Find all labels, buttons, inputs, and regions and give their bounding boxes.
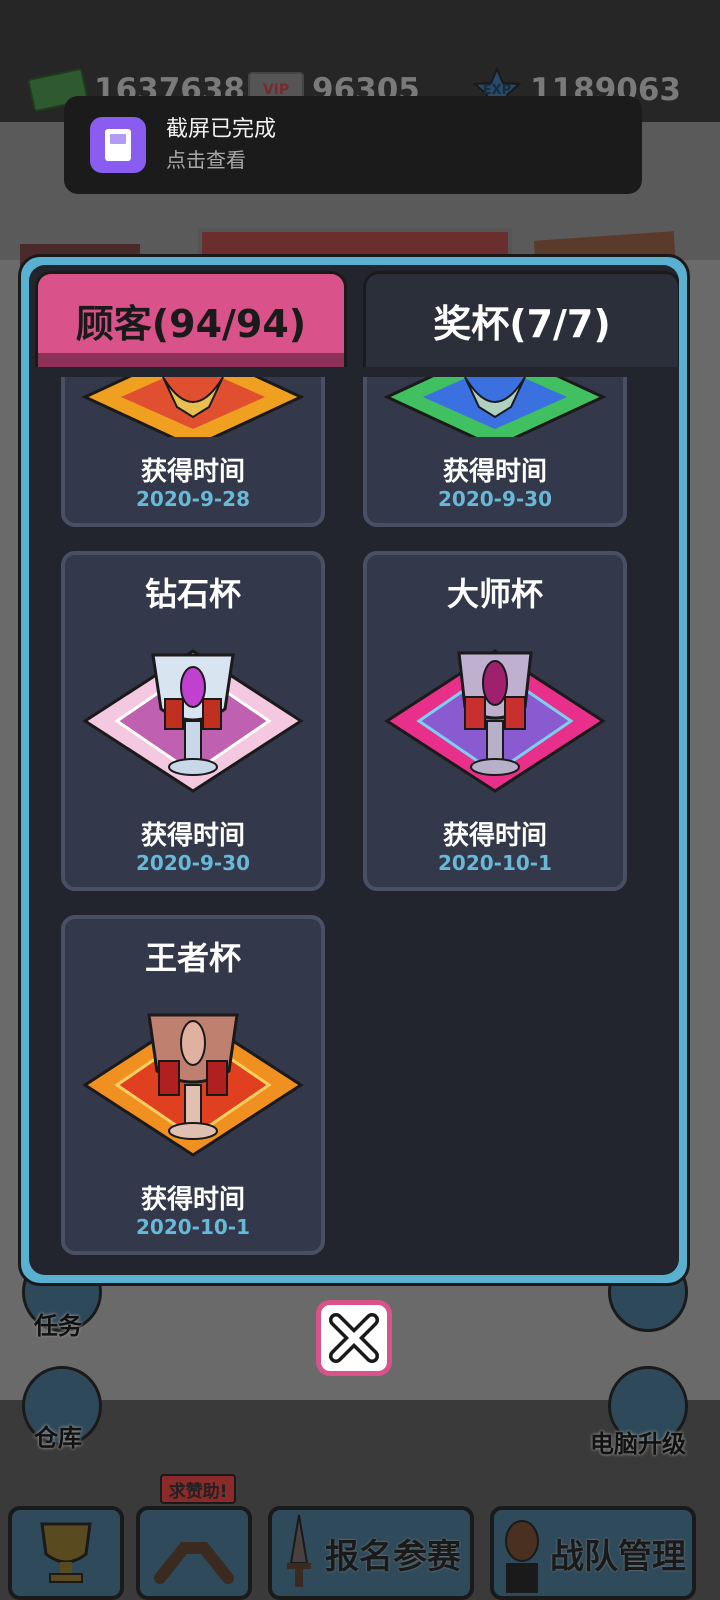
close-icon <box>329 1313 379 1363</box>
gold-cup-icon <box>81 377 305 437</box>
trophy-grid[interactable]: 获得时间 2020-9-28 获得时间 2020-9-30 钻石杯 获得时间 2… <box>29 377 679 1275</box>
trophy-name: 钻石杯 <box>144 575 241 613</box>
tab-trophies-label: 奖杯(7/7) <box>433 302 611 346</box>
obtained-date: 2020-10-1 <box>135 1215 250 1239</box>
trophy-card[interactable]: 获得时间 2020-9-30 <box>363 377 627 527</box>
collection-modal: 顾客(94/94) 奖杯(7/7) 获得时间 2020-9-28 获得时间 20… <box>18 254 690 1286</box>
screenshot-notification[interactable]: 截屏已完成 点击查看 <box>64 96 642 194</box>
obtained-time-label: 获得时间 <box>140 457 245 487</box>
gallery-icon <box>90 117 146 173</box>
obtained-time-label: 获得时间 <box>140 821 245 851</box>
obtained-time-label: 获得时间 <box>442 457 547 487</box>
obtained-time-label: 获得时间 <box>442 821 547 851</box>
warehouse-label: 仓库 <box>34 1424 82 1452</box>
trophy-name: 大师杯 <box>446 575 543 613</box>
rainbow-cup-icon <box>383 377 607 437</box>
trophy-icon <box>40 1522 92 1583</box>
team-management-label: 战队管理 <box>550 1536 686 1577</box>
sponsor-button[interactable] <box>136 1506 252 1600</box>
notification-subtitle: 点击查看 <box>166 148 246 172</box>
tab-customers-label: 顾客(94/94) <box>75 302 307 346</box>
trophy-card[interactable]: 大师杯 获得时间 2020-10-1 <box>363 551 627 891</box>
register-match-button[interactable]: 报名参赛 <box>268 1506 474 1600</box>
diamond-cup-icon <box>82 649 304 793</box>
tasks-label: 任务 <box>34 1312 82 1340</box>
player-avatar-icon <box>505 1520 539 1593</box>
handshake-icon <box>154 1542 234 1584</box>
sword-icon <box>287 1514 311 1587</box>
king-cup-icon <box>82 1013 304 1157</box>
master-cup-icon <box>384 649 606 793</box>
obtained-date: 2020-9-30 <box>135 851 250 875</box>
bottom-nav: 报名参赛 战队管理 <box>0 1500 720 1600</box>
trophy-card[interactable]: 王者杯 获得时间 2020-10-1 <box>61 915 325 1255</box>
trophy-card[interactable]: 钻石杯 获得时间 2020-9-30 <box>61 551 325 891</box>
tab-customers[interactable]: 顾客(94/94) <box>35 271 347 367</box>
notification-title: 截屏已完成 <box>166 117 277 142</box>
trophy-card[interactable]: 获得时间 2020-9-28 <box>61 377 325 527</box>
computer-upgrade-label: 电脑升级 <box>590 1430 686 1458</box>
close-button[interactable] <box>316 1300 392 1376</box>
team-management-button[interactable]: 战队管理 <box>490 1506 696 1600</box>
trophy-name: 王者杯 <box>144 939 241 977</box>
obtained-date: 2020-10-1 <box>437 851 552 875</box>
obtained-date: 2020-9-28 <box>135 487 250 511</box>
obtained-time-label: 获得时间 <box>140 1185 245 1215</box>
tab-trophies[interactable]: 奖杯(7/7) <box>363 271 679 367</box>
register-match-label: 报名参赛 <box>325 1536 461 1577</box>
obtained-date: 2020-9-30 <box>437 487 552 511</box>
trophy-nav-button[interactable] <box>8 1506 124 1600</box>
